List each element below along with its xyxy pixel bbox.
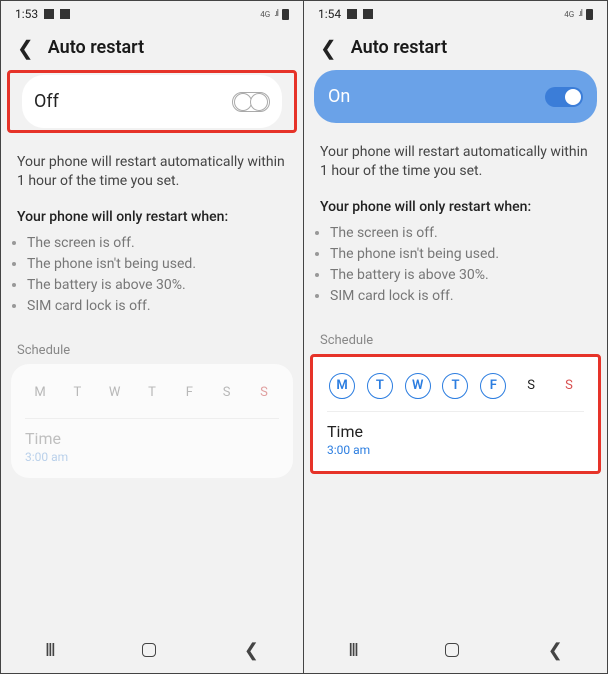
toggle-switch[interactable] — [232, 92, 270, 112]
back-icon[interactable]: ❮ — [17, 38, 34, 58]
day-sat[interactable]: S — [214, 380, 240, 406]
time-value: 3:00 am — [327, 443, 584, 457]
condition-item: SIM card lock is off. — [330, 286, 591, 307]
recents-button[interactable]: III — [348, 640, 357, 661]
conditions-list: The screen is off. The phone isn't being… — [1, 231, 303, 327]
back-icon[interactable]: ❮ — [320, 38, 337, 58]
status-bar: 1:53 4G .ıl — [1, 1, 303, 27]
network-type: 4G — [260, 10, 270, 19]
notification-icon — [44, 9, 54, 19]
notification-icon — [347, 9, 357, 19]
time-row[interactable]: Time 3:00 am — [25, 429, 279, 464]
master-toggle-row[interactable]: Off — [22, 75, 282, 128]
highlight-annotation: Off — [7, 70, 297, 133]
condition-item: The screen is off. — [330, 223, 591, 244]
header: ❮ Auto restart — [1, 27, 303, 70]
day-sat[interactable]: S — [518, 373, 544, 399]
condition-item: The phone isn't being used. — [27, 254, 287, 275]
battery-icon — [282, 9, 289, 20]
conditions-heading: Your phone will only restart when: — [304, 185, 607, 221]
condition-item: The battery is above 30%. — [27, 275, 287, 296]
status-bar: 1:54 4G .ıl — [304, 1, 607, 27]
home-button[interactable] — [142, 643, 156, 657]
schedule-heading: Schedule — [304, 317, 607, 354]
time-value: 3:00 am — [25, 450, 279, 464]
network-type: 4G — [564, 10, 574, 19]
day-wed[interactable]: W — [102, 380, 128, 406]
signal-icon: .ıl — [274, 9, 278, 19]
nav-bar: III ❮ — [304, 627, 607, 673]
day-sun[interactable]: S — [556, 373, 582, 399]
time-label: Time — [327, 422, 584, 441]
day-fri[interactable]: F — [480, 373, 506, 399]
description-text: Your phone will restart automatically wi… — [1, 139, 303, 195]
back-button[interactable]: ❮ — [244, 640, 259, 661]
day-tue[interactable]: T — [367, 373, 393, 399]
toggle-label: On — [328, 86, 350, 107]
schedule-card: M T W T F S S Time 3:00 am — [11, 364, 293, 478]
day-tue[interactable]: T — [64, 380, 90, 406]
description-text: Your phone will restart automatically wi… — [304, 129, 607, 185]
master-toggle-row[interactable]: On — [314, 70, 597, 123]
back-button[interactable]: ❮ — [548, 640, 563, 661]
day-sun[interactable]: S — [251, 380, 277, 406]
schedule-heading: Schedule — [1, 327, 303, 364]
days-row: M T W T F S S — [327, 369, 584, 412]
home-button[interactable] — [445, 643, 459, 657]
day-wed[interactable]: W — [405, 373, 431, 399]
condition-item: The battery is above 30%. — [330, 265, 591, 286]
recents-button[interactable]: III — [45, 640, 54, 661]
day-thu[interactable]: T — [442, 373, 468, 399]
days-row: M T W T F S S — [25, 376, 279, 419]
conditions-list: The screen is off. The phone isn't being… — [304, 221, 607, 317]
battery-icon — [586, 9, 593, 20]
time-label: Time — [25, 429, 279, 448]
toggle-switch[interactable] — [545, 87, 583, 107]
header: ❮ Auto restart — [304, 27, 607, 70]
status-time: 1:54 — [318, 7, 341, 21]
day-mon[interactable]: M — [329, 373, 355, 399]
condition-item: SIM card lock is off. — [27, 296, 287, 317]
conditions-heading: Your phone will only restart when: — [1, 195, 303, 231]
day-thu[interactable]: T — [139, 380, 165, 406]
page-title: Auto restart — [48, 37, 144, 58]
condition-item: The screen is off. — [27, 233, 287, 254]
page-title: Auto restart — [351, 37, 447, 58]
time-row[interactable]: Time 3:00 am — [327, 422, 584, 457]
day-mon[interactable]: M — [27, 380, 53, 406]
nav-bar: III ❮ — [1, 627, 303, 673]
notification-icon — [60, 9, 70, 19]
schedule-card: M T W T F S S Time 3:00 am — [310, 354, 601, 474]
day-fri[interactable]: F — [176, 380, 202, 406]
toggle-label: Off — [34, 91, 59, 112]
status-time: 1:53 — [15, 7, 38, 21]
condition-item: The phone isn't being used. — [330, 244, 591, 265]
notification-icon — [363, 9, 373, 19]
signal-icon: .ıl — [578, 9, 582, 19]
